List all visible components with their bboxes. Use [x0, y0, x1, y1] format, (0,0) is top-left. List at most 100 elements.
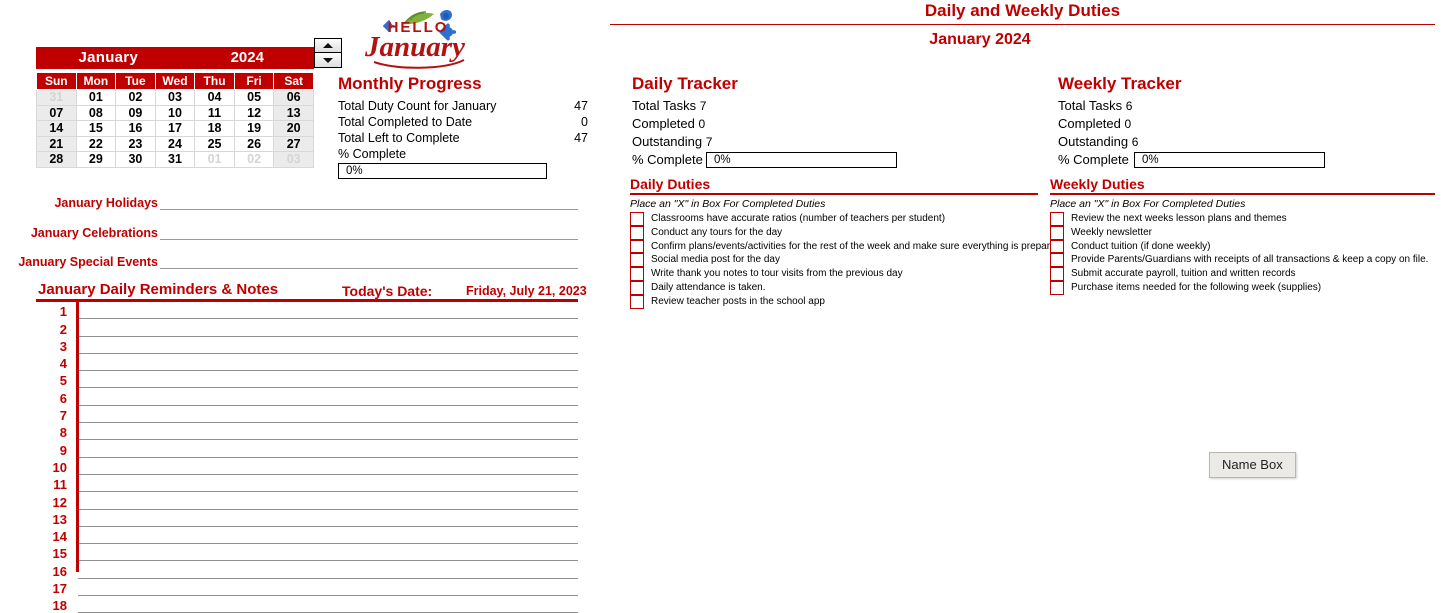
info-row-input-line[interactable] — [160, 209, 578, 210]
reminder-row-input-line[interactable] — [78, 510, 578, 527]
reminder-row-input-line[interactable] — [78, 544, 578, 562]
calendar-day-cell[interactable]: 25 — [194, 135, 235, 152]
monthly-progress-pct-value[interactable]: 0% — [338, 163, 547, 179]
weekly-tracker-pct-value[interactable]: 0% — [1134, 152, 1325, 168]
calendar-day-cell[interactable]: 30 — [115, 151, 156, 168]
calendar-day-cell[interactable]: 17 — [154, 120, 196, 137]
reminder-row-input-line[interactable] — [78, 527, 578, 545]
daily-tracker-pct-value[interactable]: 0% — [706, 152, 897, 168]
calendar-day-cell[interactable]: 21 — [36, 135, 77, 152]
reminder-row-input-line[interactable] — [78, 423, 578, 441]
reminder-row-input-line[interactable] — [78, 458, 578, 475]
weekly-duty-checkbox[interactable] — [1050, 239, 1064, 254]
reminder-row-input-line[interactable] — [78, 562, 578, 579]
calendar-week-row: 07 08 09 10 11 12 13 — [36, 104, 314, 121]
calendar-day-cell[interactable]: 08 — [75, 104, 117, 121]
calendar-day-cell[interactable]: 13 — [273, 104, 314, 121]
calendar-widget[interactable]: January 2024 Sun Mon Tue Wed Thu Fri Sat 31 01 0… — [36, 38, 342, 168]
calendar-day-cell[interactable]: 11 — [194, 104, 235, 121]
calendar-day-cell[interactable]: 15 — [75, 120, 117, 137]
weekly-duty-item-label: Submit accurate payroll, tuition and wri… — [1071, 268, 1296, 280]
reminder-row: 10 — [36, 458, 578, 475]
info-row-input-line[interactable] — [160, 239, 578, 240]
daily-duty-checkbox[interactable] — [630, 253, 644, 268]
calendar-day-cell[interactable]: 19 — [233, 120, 275, 137]
calendar-day-cell[interactable]: 31 — [36, 89, 77, 106]
info-row-input-line[interactable] — [160, 268, 578, 269]
reminder-row: 7 — [36, 406, 578, 424]
weekly-duty-checkbox[interactable] — [1050, 253, 1064, 268]
weekly-duty-checkbox[interactable] — [1050, 267, 1064, 281]
daily-duty-checkbox[interactable] — [630, 225, 644, 240]
calendar-day-cell[interactable]: 23 — [115, 135, 156, 152]
weekly-duty-item: Provide Parents/Guardians with receipts … — [1050, 253, 1435, 268]
calendar-day-cell[interactable]: 18 — [194, 120, 235, 137]
reminder-row-input-line[interactable] — [78, 320, 578, 337]
reminder-row-input-line[interactable] — [78, 475, 578, 493]
calendar-day-cell[interactable]: 07 — [36, 104, 77, 121]
daily-duty-checkbox[interactable] — [630, 239, 644, 254]
daily-tracker-pct-row: % Complete 0% — [632, 151, 1032, 169]
reminder-row-input-line[interactable] — [78, 596, 578, 613]
daily-duty-checkbox[interactable] — [630, 294, 644, 309]
daily-duty-item-label: Conduct any tours for the day — [651, 226, 783, 238]
weekly-duties-list: Review the next weeks lesson plans and t… — [1050, 212, 1435, 295]
calendar-day-cell[interactable]: 14 — [36, 120, 77, 137]
daily-tracker-completed-value: 0 — [698, 117, 706, 131]
calendar-year-spinner[interactable] — [314, 38, 342, 68]
calendar-day-cell[interactable]: 10 — [154, 104, 196, 121]
weekly-tracker-title: Weekly Tracker — [1058, 74, 1182, 93]
weekly-duty-checkbox[interactable] — [1050, 280, 1064, 295]
calendar-day-cell[interactable]: 04 — [194, 89, 235, 106]
calendar-day-cell[interactable]: 12 — [233, 104, 275, 121]
calendar-day-cell[interactable]: 01 — [194, 151, 235, 168]
calendar-day-cell[interactable]: 26 — [233, 135, 275, 152]
reminder-row-input-line[interactable] — [78, 389, 578, 406]
daily-duty-checkbox[interactable] — [630, 212, 644, 226]
spinner-up-arrow-icon — [323, 43, 333, 48]
calendar-day-cell[interactable]: 05 — [233, 89, 275, 106]
info-row: January Special Events — [0, 250, 158, 270]
weekly-duty-checkbox[interactable] — [1050, 212, 1064, 226]
daily-duty-checkbox[interactable] — [630, 267, 644, 281]
calendar-day-cell[interactable]: 27 — [273, 135, 314, 152]
monthly-progress-row-label: Total Completed to Date — [338, 115, 473, 129]
spinner-down-button[interactable] — [315, 53, 341, 67]
spinner-up-button[interactable] — [315, 39, 341, 53]
calendar-day-cell[interactable]: 29 — [75, 151, 117, 168]
calendar-day-cell[interactable]: 02 — [115, 89, 156, 106]
reminders-vertical-divider — [76, 299, 79, 572]
reminder-row-input-line[interactable] — [78, 406, 578, 424]
calendar-day-cell[interactable]: 02 — [233, 151, 275, 168]
reminder-row-input-line[interactable] — [78, 441, 578, 458]
calendar-day-cell[interactable]: 24 — [154, 135, 196, 152]
name-box-tooltip[interactable]: Name Box — [1209, 452, 1296, 478]
calendar-weekday-mon: Mon — [75, 72, 117, 90]
calendar-day-cell[interactable]: 09 — [115, 104, 156, 121]
reminder-row-input-line[interactable] — [78, 337, 578, 354]
daily-duties-rule — [630, 193, 1038, 195]
daily-duties-section: Daily Duties Place an "X" in Box For Com… — [630, 176, 1064, 309]
reminder-row-input-line[interactable] — [78, 302, 578, 320]
daily-duty-checkbox[interactable] — [630, 280, 644, 295]
calendar-day-cell[interactable]: 28 — [36, 151, 77, 168]
calendar-day-cell[interactable]: 31 — [154, 151, 196, 168]
weekly-tracker-outstanding-row: Outstanding 6 — [1058, 133, 1438, 151]
calendar-day-cell[interactable]: 16 — [115, 120, 156, 137]
page-subtitle: January 2024 — [929, 31, 1031, 48]
calendar-day-cell[interactable]: 22 — [75, 135, 117, 152]
weekly-duty-checkbox[interactable] — [1050, 225, 1064, 240]
calendar-day-cell[interactable]: 03 — [154, 89, 196, 106]
reminder-row-input-line[interactable] — [78, 354, 578, 372]
calendar-day-cell[interactable]: 20 — [273, 120, 314, 137]
reminder-row-input-line[interactable] — [78, 579, 578, 597]
calendar-day-cell[interactable]: 01 — [75, 89, 117, 106]
weekly-duty-item: Purchase items needed for the following … — [1050, 280, 1435, 295]
calendar-day-cell[interactable]: 03 — [273, 151, 314, 168]
weekly-duty-item-label: Conduct tuition (if done weekly) — [1071, 240, 1211, 252]
reminder-row-input-line[interactable] — [78, 493, 578, 510]
calendar-day-cell[interactable]: 06 — [273, 89, 314, 106]
reminders-title: January Daily Reminders & Notes — [38, 281, 279, 298]
daily-tracker-outstanding-row: Outstanding 7 — [632, 133, 1032, 151]
reminder-row-input-line[interactable] — [78, 371, 578, 389]
